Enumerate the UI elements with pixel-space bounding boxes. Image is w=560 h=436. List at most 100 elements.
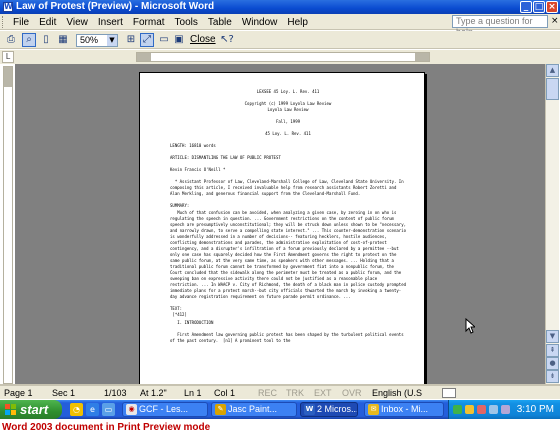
zoom-select[interactable]: 50% ▼ [76,34,118,47]
minimize-button[interactable]: _ [520,1,532,13]
doc-header: LEXSEE 45 Loy. L. Rev. 411 [256,89,320,94]
status-page: Page 1 [4,388,33,398]
help-search-input[interactable]: Type a question for help [452,15,548,37]
tray-shield-icon[interactable] [465,405,474,414]
start-button[interactable]: start [0,400,62,419]
status-ext[interactable]: EXT [314,387,332,399]
scroll-thumb[interactable] [546,78,559,100]
zoom-value: 50% [80,35,99,45]
close-preview-button[interactable]: Close [190,34,216,46]
task-jasc-paint[interactable]: ✎ Jasc Paint... [211,402,297,417]
chevron-down-icon[interactable]: ▼ [107,35,117,46]
status-rec[interactable]: REC [258,387,277,399]
vertical-scrollbar[interactable]: ▲ ▼ ⇞ ● ⇟ [545,64,559,384]
quicklaunch-ie-icon[interactable]: e [86,403,99,416]
status-ovr[interactable]: OVR [342,387,362,399]
menu-window[interactable]: Window [237,15,283,30]
magnifier-icon[interactable]: ⌕ [22,33,36,47]
menu-file[interactable]: File [8,15,34,30]
menu-edit[interactable]: Edit [34,15,61,30]
horizontal-ruler[interactable] [136,52,430,62]
window-controls: _ □ × [520,1,558,13]
scroll-down-icon[interactable]: ▼ [546,330,559,343]
menu-grip[interactable] [2,16,5,28]
menu-insert[interactable]: Insert [93,15,128,30]
tray-security-icon[interactable] [477,405,486,414]
firefox-icon: ◉ [126,404,137,415]
menu-tools[interactable]: Tools [170,15,203,30]
tray-volume-icon[interactable] [489,405,498,414]
tray-app-icon[interactable] [501,405,510,414]
doc-length: LENGTH: 16810 words [170,143,216,148]
context-help-icon[interactable]: ↖? [218,33,236,47]
quicklaunch-browser-icon[interactable]: ◔ [70,403,83,416]
preview-workspace: LEXSEE 45 Loy. L. Rev. 411 Copyright (c)… [15,64,545,384]
title-bar: W Law of Protest (Preview) - Microsoft W… [0,0,560,14]
doc-text-head: TEXT: [*412] [170,306,187,317]
outlook-icon: ✉ [368,404,379,415]
doc-body: First Amendment law governing public pro… [170,332,407,343]
window-title: Law of Protest (Preview) - Microsoft Wor… [16,1,215,12]
shrink-to-fit-icon[interactable]: ⤢ [140,33,154,47]
doc-intro: I. INTRODUCTION [170,320,214,325]
status-language[interactable]: English (U.S [372,387,422,399]
system-tray: 3:10 PM [448,400,560,419]
task-word-label: 2 Micros... [317,404,358,414]
task-inbox-label: Inbox - Mi... [381,404,429,414]
scroll-up-icon[interactable]: ▲ [546,64,559,77]
status-section: Sec 1 [52,388,76,398]
doc-footnote: * Assistant Professor of Law, Cleveland-… [170,179,407,196]
status-trk[interactable]: TRK [286,387,304,399]
previous-page-icon[interactable]: ⇞ [546,344,559,357]
task-inbox[interactable]: ✉ Inbox - Mi... [364,402,444,417]
status-at: At 1.2" [140,388,167,398]
right-margin-marker [415,53,429,61]
maximize-button[interactable]: □ [533,1,545,13]
full-screen-icon[interactable]: ▭ [157,33,171,47]
menu-format[interactable]: Format [128,15,170,30]
next-page-icon[interactable]: ⇟ [546,370,559,383]
doc-copyright: Copyright (c) 1999 Loyola Law Review Loy… [244,101,332,112]
quicklaunch-desktop-icon[interactable]: ▭ [102,403,115,416]
windows-logo-icon [5,404,16,415]
tray-network-icon[interactable] [453,405,462,414]
taskbar-clock[interactable]: 3:10 PM [517,400,554,419]
page-text: LEXSEE 45 Loy. L. Rev. 411 Copyright (c)… [170,89,406,350]
task-jasc-label: Jasc Paint... [228,404,278,414]
word-app-icon[interactable]: W [3,2,13,12]
browse-object-icon[interactable]: ● [546,357,559,370]
horizontal-ruler-row: L [0,50,560,64]
print-icon[interactable]: ⎙ [4,33,18,47]
word-task-icon: W [304,404,315,415]
view-ruler-icon[interactable]: ⊞ [124,33,138,47]
document-page[interactable]: LEXSEE 45 Loy. L. Rev. 411 Copyright (c)… [139,72,425,384]
doc-author: Kevin Francis O'Neill * [170,167,226,172]
top-margin-marker [4,67,12,87]
menu-table[interactable]: Table [203,15,237,30]
status-bar: Page 1 Sec 1 1/103 At 1.2" Ln 1 Col 1 RE… [0,385,560,399]
doc-season: Fall, 1999 [275,119,301,124]
spelling-status-icon[interactable] [442,388,456,398]
menu-bar: File Edit View Insert Format Tools Table… [0,14,560,37]
print-preview-toolbar: ⎙ ⌕ ▯ ▦ 50% ▼ ⊞ ⤢ ▭ ▣ Close ↖? [0,31,560,49]
task-gcf-label: GCF - Les... [139,404,189,414]
paint-shop-icon: ✎ [215,404,226,415]
task-microsoft-word[interactable]: W 2 Micros... [300,402,358,417]
doc-article: ARTICLE: DISMANTLING THE LAW OF PUBLIC P… [170,155,281,160]
vertical-ruler[interactable] [3,66,13,384]
one-page-icon[interactable]: ▯ [39,33,53,47]
tab-selector-icon[interactable]: L [2,51,14,63]
menu-items: File Edit View Insert Format Tools Table… [8,15,313,30]
status-line: Ln 1 [184,388,202,398]
start-label: start [20,402,49,417]
close-preview-icon[interactable]: ▣ [172,33,186,47]
image-caption: Word 2003 document in Print Preview mode [2,422,211,433]
close-window-button[interactable]: × [546,1,558,13]
menu-view[interactable]: View [61,15,93,30]
doc-summary: Much of that confusion can be avoided, w… [170,210,409,299]
menu-help[interactable]: Help [282,15,313,30]
task-gcf[interactable]: ◉ GCF - Les... [122,402,208,417]
document-close-icon[interactable]: × [551,15,559,27]
status-pages: 1/103 [104,388,127,398]
multiple-pages-icon[interactable]: ▦ [56,33,70,47]
